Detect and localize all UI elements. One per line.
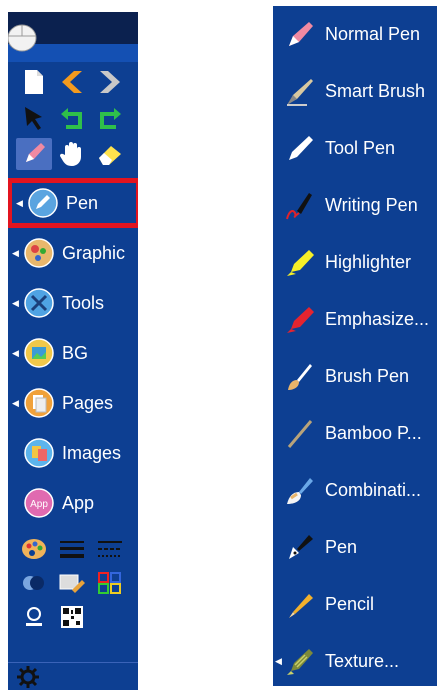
line-width-icon[interactable]: [54, 533, 90, 565]
pages-circle-icon: [24, 388, 54, 418]
expand-arrow-icon: ◀: [12, 297, 19, 308]
pen-option-fountain-pen[interactable]: Pen: [273, 519, 437, 576]
gear-icon[interactable]: [16, 665, 40, 690]
previous-page-icon[interactable]: [54, 66, 90, 98]
pen-option-normal-pen[interactable]: Normal Pen: [273, 6, 437, 63]
pen-option-label: Writing Pen: [325, 195, 418, 215]
bamboo-pen-icon: [283, 417, 317, 451]
pen-option-label: Tool Pen: [325, 138, 396, 158]
app-circle-icon: App: [24, 488, 54, 518]
pen-option-texture[interactable]: ◀ Texture...: [273, 633, 437, 686]
app-badge-text: App: [30, 499, 48, 510]
settings-bar: [8, 662, 138, 690]
expand-arrow-icon: ◀: [12, 347, 19, 358]
writing-pen-icon: [283, 189, 317, 223]
eraser-icon[interactable]: [92, 138, 128, 170]
expand-arrow-icon: ◀: [275, 656, 282, 666]
pen-circle-icon: [28, 188, 58, 218]
next-page-icon[interactable]: [92, 66, 128, 98]
pen-option-label: Normal Pen: [325, 24, 421, 44]
emphasize-icon: [283, 303, 317, 337]
pen-option-label: Emphasize...: [325, 309, 430, 329]
pen-option-label: Combinati...: [325, 480, 422, 500]
undo-icon[interactable]: [54, 102, 90, 134]
pen-option-label: Pen: [325, 537, 358, 557]
toolbar-header: [8, 12, 138, 62]
expand-arrow-icon: ◀: [16, 197, 23, 208]
redo-icon[interactable]: [92, 102, 128, 134]
pen-option-highlighter[interactable]: Highlighter: [273, 234, 437, 291]
menu-item-label: Tools: [62, 292, 105, 313]
menu-item-label: BG: [62, 342, 89, 363]
tools-circle-icon: [24, 288, 54, 318]
pen-option-brush-pen[interactable]: Brush Pen: [273, 348, 437, 405]
quick-tools-grid: [16, 64, 136, 172]
pen-tool-icon[interactable]: [16, 138, 52, 170]
pen-option-label: Pencil: [325, 594, 375, 614]
menu-item-label: Graphic: [62, 242, 126, 263]
new-page-icon[interactable]: [16, 66, 52, 98]
menu-item-label: Images: [62, 442, 122, 463]
menu-item-label: Pen: [66, 192, 99, 213]
texture-icon: [283, 645, 317, 679]
normal-pen-icon: [283, 18, 317, 52]
color-grid-icon[interactable]: [92, 567, 128, 599]
user-login-icon[interactable]: [16, 601, 52, 633]
combination-icon: [283, 474, 317, 508]
brush-pen-icon: [283, 360, 317, 394]
pen-option-label: Highlighter: [325, 252, 412, 272]
tool-pen-icon: [283, 132, 317, 166]
qr-code-icon[interactable]: [54, 601, 90, 633]
screen-capture-icon[interactable]: [54, 567, 90, 599]
images-circle-icon: [24, 438, 54, 468]
left-toolbar: ◀ Pen ◀ Graphic ◀ Tools ◀ BG ◀ Pages Ima…: [8, 12, 138, 690]
main-menu: ◀ Pen ◀ Graphic ◀ Tools ◀ BG ◀ Pages Ima…: [8, 178, 138, 528]
pen-option-label: Brush Pen: [325, 366, 410, 386]
smart-brush-icon: [283, 75, 317, 109]
pen-option-label: Texture...: [325, 651, 400, 671]
menu-item-tools[interactable]: ◀ Tools: [8, 278, 138, 328]
menu-item-label: App: [62, 492, 95, 513]
pencil-icon: [283, 588, 317, 622]
mouse-icon[interactable]: [8, 20, 48, 57]
menu-item-pen[interactable]: ◀ Pen: [8, 178, 138, 228]
pen-submenu: Normal Pen Smart Brush Tool Pen Writing …: [273, 6, 437, 686]
pen-option-emphasize[interactable]: Emphasize...: [273, 291, 437, 348]
expand-arrow-icon: ◀: [12, 247, 19, 258]
pen-option-label: Bamboo P...: [325, 423, 422, 443]
fountain-pen-icon: [283, 531, 317, 565]
opacity-icon[interactable]: [16, 567, 52, 599]
palette-icon[interactable]: [16, 533, 52, 565]
pen-option-label: Smart Brush: [325, 81, 426, 101]
expand-arrow-icon: ◀: [12, 397, 19, 408]
bottom-tools-grid: [16, 532, 136, 634]
menu-item-label: Pages: [62, 392, 114, 413]
highlighter-icon: [283, 246, 317, 280]
pen-option-bamboo-pen[interactable]: Bamboo P...: [273, 405, 437, 462]
pen-option-smart-brush[interactable]: Smart Brush: [273, 63, 437, 120]
pen-option-tool-pen[interactable]: Tool Pen: [273, 120, 437, 177]
menu-item-app[interactable]: App App: [8, 478, 138, 528]
select-arrow-icon[interactable]: [16, 102, 52, 134]
menu-item-pages[interactable]: ◀ Pages: [8, 378, 138, 428]
pen-option-writing-pen[interactable]: Writing Pen: [273, 177, 437, 234]
pen-option-pencil[interactable]: Pencil: [273, 576, 437, 633]
bg-circle-icon: [24, 338, 54, 368]
pen-option-combination[interactable]: Combinati...: [273, 462, 437, 519]
graphic-circle-icon: [24, 238, 54, 268]
hand-icon[interactable]: [54, 138, 90, 170]
menu-item-graphic[interactable]: ◀ Graphic: [8, 228, 138, 278]
line-style-icon[interactable]: [92, 533, 128, 565]
menu-item-bg[interactable]: ◀ BG: [8, 328, 138, 378]
menu-item-images[interactable]: Images: [8, 428, 138, 478]
